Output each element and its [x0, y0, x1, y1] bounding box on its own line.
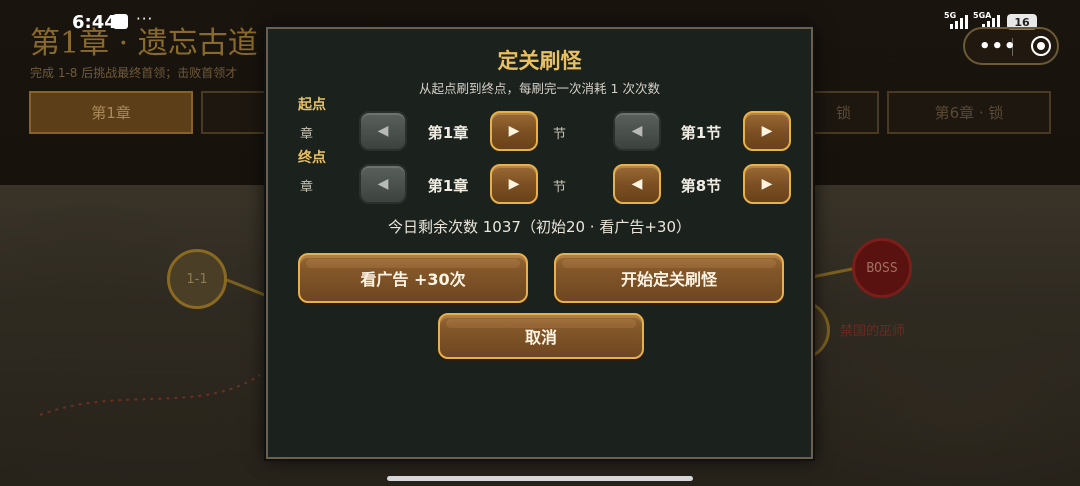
end-chapter-next-button[interactable]: ▶: [490, 164, 538, 204]
fixed-stage-farm-dialog: 定关刷怪 从起点刷到终点，每刷完一次消耗 1 次次数 起点 章 ◀ 第1章 ▶ …: [266, 27, 813, 459]
start-chapter-next-button[interactable]: ▶: [490, 111, 538, 151]
notification-icon: [113, 14, 128, 29]
more-notifications-icon: ···: [136, 10, 154, 28]
chapter-tab-2[interactable]: [201, 91, 271, 134]
end-label: 终点: [298, 150, 326, 166]
watch-ad-button[interactable]: 看广告 +30次: [298, 253, 528, 303]
boss-node[interactable]: BOSS: [852, 238, 912, 298]
end-section-unit: 节: [553, 180, 567, 195]
remaining-attempts-text: 今日剩余次数 1037（初始20 · 看广告+30）: [388, 218, 691, 236]
start-chapter-unit: 章: [300, 127, 314, 142]
end-chapter-unit: 章: [300, 180, 314, 195]
signal-icon: [950, 14, 968, 29]
start-section-unit: 节: [553, 127, 567, 142]
dialog-title: 定关刷怪: [497, 49, 582, 73]
chapter-tab-6[interactable]: 第6章 · 锁: [887, 91, 1051, 134]
start-farm-button[interactable]: 开始定关刷怪: [554, 253, 784, 303]
cancel-button[interactable]: 取消: [438, 313, 644, 359]
chapter-tab-5[interactable]: 锁: [810, 91, 879, 134]
more-menu-icon[interactable]: •••: [979, 36, 1017, 57]
end-chapter-prev-button[interactable]: ◀: [359, 164, 407, 204]
end-section-prev-button[interactable]: ◀: [613, 164, 661, 204]
close-miniprogram-icon[interactable]: [1031, 36, 1051, 56]
dialog-description: 从起点刷到终点，每刷完一次消耗 1 次次数: [419, 81, 660, 96]
end-section-value: 第8节: [680, 177, 722, 195]
end-section-next-button[interactable]: ▶: [743, 164, 791, 204]
end-chapter-value: 第1章: [427, 177, 469, 195]
miniprogram-capsule: •••: [963, 27, 1059, 65]
boss-name-label: 禁国的巫师: [840, 324, 906, 339]
start-label: 起点: [298, 97, 326, 113]
chapter-hint: 完成 1-8 后挑战最终首领；击败首领才: [30, 66, 238, 80]
start-section-prev-button[interactable]: ◀: [613, 111, 661, 151]
chapter-tab-1[interactable]: 第1章: [29, 91, 193, 134]
start-chapter-prev-button[interactable]: ◀: [359, 111, 407, 151]
capsule-divider: [1012, 38, 1013, 56]
start-section-value: 第1节: [680, 124, 722, 142]
clock: 6:44: [72, 12, 117, 33]
start-section-next-button[interactable]: ▶: [743, 111, 791, 151]
home-indicator[interactable]: [387, 476, 693, 481]
stage-node-1-1[interactable]: 1-1: [167, 249, 227, 309]
start-chapter-value: 第1章: [427, 124, 469, 142]
